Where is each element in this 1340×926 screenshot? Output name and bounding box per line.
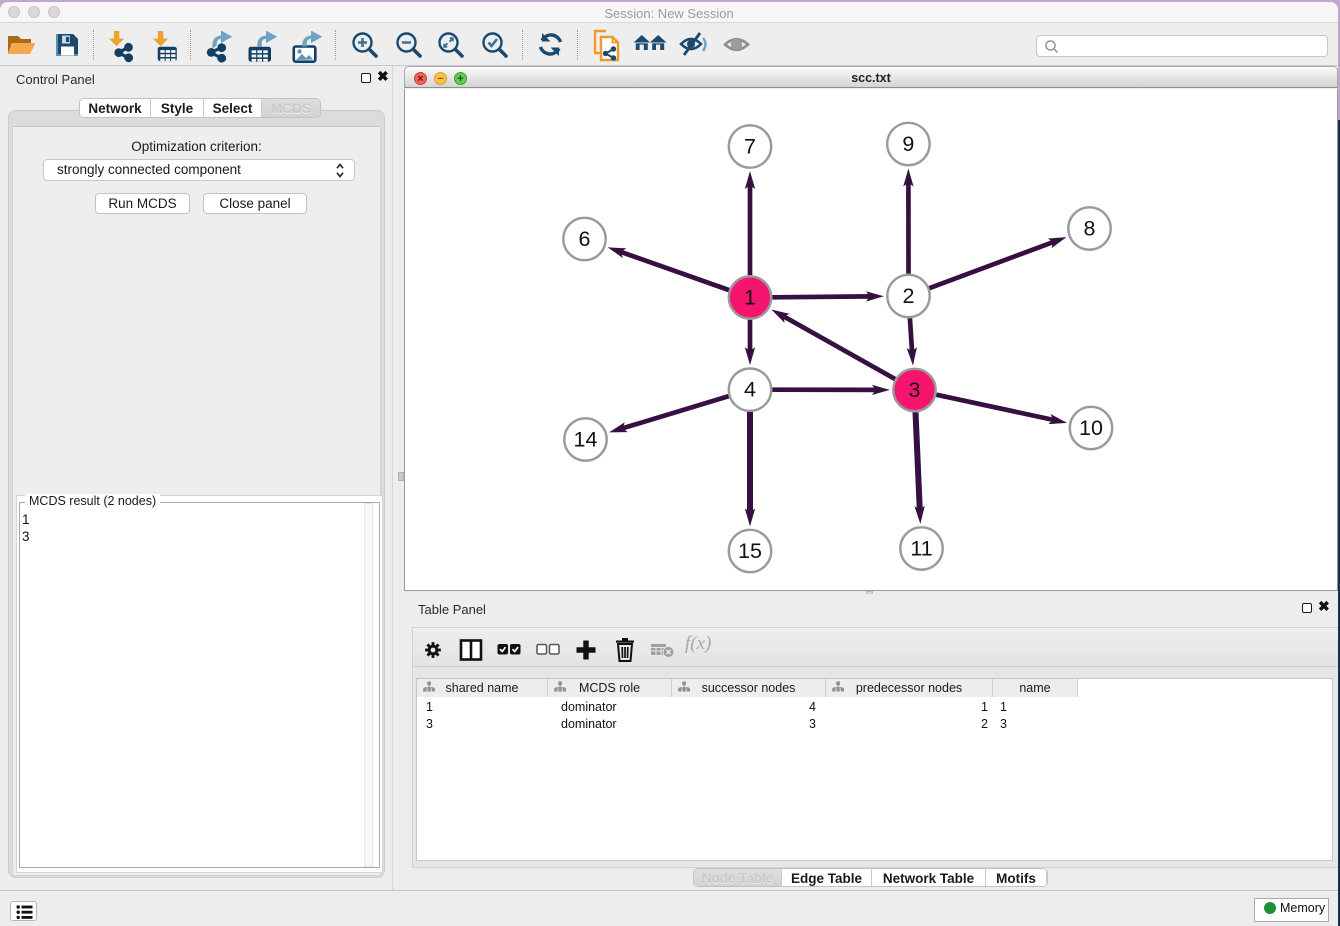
- svg-text:1: 1: [744, 286, 756, 310]
- svg-text:14: 14: [574, 428, 598, 452]
- svg-text:3: 3: [909, 378, 921, 402]
- svg-text:8: 8: [1084, 217, 1096, 241]
- svg-text:15: 15: [738, 539, 762, 563]
- svg-text:11: 11: [910, 537, 932, 561]
- svg-text:10: 10: [1079, 416, 1103, 440]
- svg-text:2: 2: [903, 284, 915, 308]
- svg-text:6: 6: [579, 227, 591, 251]
- svg-text:7: 7: [744, 135, 756, 159]
- svg-text:9: 9: [902, 132, 914, 156]
- svg-text:4: 4: [744, 378, 756, 402]
